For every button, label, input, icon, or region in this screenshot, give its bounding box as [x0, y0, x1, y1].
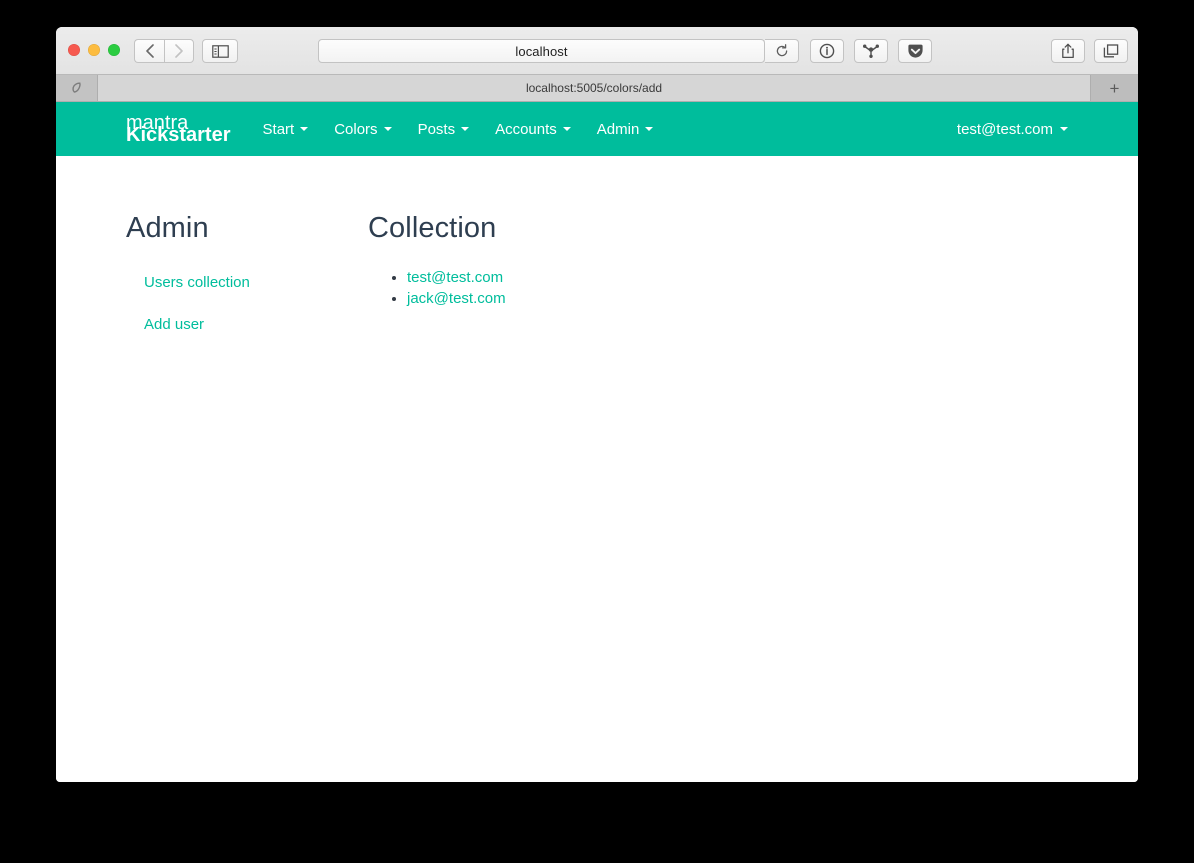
admin-heading: Admin — [126, 212, 209, 244]
show-all-tabs-button[interactable] — [1094, 39, 1128, 63]
site-navbar: mantra Kickstarter Start Colors Posts Acc… — [56, 102, 1138, 156]
nav-item-colors-label: Colors — [334, 120, 378, 138]
reload-button[interactable] — [765, 39, 799, 63]
window-traffic-lights — [68, 44, 120, 56]
back-button[interactable] — [134, 39, 164, 63]
reload-icon — [776, 44, 787, 57]
browser-toolbar: localhost — [56, 27, 1138, 75]
share-network-button[interactable] — [854, 39, 888, 63]
nav-item-posts-label: Posts — [417, 120, 456, 138]
nav-item-admin[interactable]: Admin — [597, 121, 654, 138]
show-tabs-icon — [1103, 43, 1119, 57]
share-upload-icon — [1062, 43, 1074, 59]
chevron-down-icon — [461, 127, 470, 131]
user-account-menu[interactable]: test@test.com — [957, 121, 1068, 138]
chevron-down-icon — [1060, 127, 1068, 131]
list-item: jack@test.com — [407, 290, 768, 308]
sidebar-toggle-icon — [211, 44, 229, 58]
close-window-button[interactable] — [68, 44, 80, 56]
address-bar[interactable]: localhost — [318, 39, 765, 63]
nav-item-accounts[interactable]: Accounts — [495, 121, 571, 138]
site-brand[interactable]: mantra Kickstarter — [126, 112, 231, 147]
chevron-down-icon — [300, 127, 309, 131]
admin-column: Admin Users collection Add user — [126, 212, 368, 353]
info-circle-icon — [819, 43, 835, 59]
tab-strip: localhost:5005/colors/add + — [56, 75, 1138, 102]
nav-item-admin-label: Admin — [596, 120, 640, 138]
chevron-down-icon — [383, 127, 392, 131]
web-page: mantra Kickstarter Start Colors Posts Acc… — [56, 102, 1138, 782]
nav-item-accounts-label: Accounts — [495, 120, 557, 138]
tab-title: localhost:5005/colors/add — [525, 81, 663, 95]
address-bar-text: localhost — [515, 43, 568, 59]
user-account-label: test@test.com — [956, 120, 1053, 138]
chevron-down-icon — [645, 127, 654, 131]
collection-heading: Collection — [368, 212, 497, 244]
nav-item-start[interactable]: Start — [263, 121, 309, 138]
tab-favicon-cell[interactable] — [56, 75, 98, 101]
list-item: test@test.com — [407, 269, 768, 287]
collection-user-link[interactable]: jack@test.com — [407, 290, 506, 307]
collection-user-link[interactable]: test@test.com — [407, 269, 503, 286]
chevron-down-icon — [562, 127, 571, 131]
nav-item-posts[interactable]: Posts — [418, 121, 470, 138]
pocket-button[interactable] — [898, 39, 932, 63]
page-content: Admin Users collection Add user Collecti… — [56, 156, 1138, 353]
forward-button[interactable] — [164, 39, 194, 63]
back-arrow-icon — [145, 44, 154, 58]
share-button[interactable] — [1051, 39, 1085, 63]
sidebar-toggle-button[interactable] — [202, 39, 238, 63]
zoom-window-button[interactable] — [108, 44, 120, 56]
browser-window: localhost localhost:5005/colors/add + ma… — [56, 27, 1138, 782]
users-collection-link[interactable]: Users collection — [144, 269, 368, 296]
browser-tab[interactable]: localhost:5005/colors/add — [98, 75, 1091, 101]
collection-list: test@test.com jack@test.com — [368, 269, 768, 308]
reader-info-button[interactable] — [810, 39, 844, 63]
brand-light-text: mantra — [126, 111, 189, 134]
new-tab-button[interactable]: + — [1091, 75, 1138, 101]
nav-item-colors[interactable]: Colors — [334, 120, 392, 138]
brand-bold-text: Kickstarter — [126, 123, 231, 146]
nav-item-start-label: Start — [262, 120, 295, 138]
share-network-icon — [863, 44, 879, 58]
forward-arrow-icon — [175, 44, 183, 58]
minimize-window-button[interactable] — [88, 44, 100, 56]
pocket-icon — [907, 44, 923, 58]
add-user-link[interactable]: Add user — [144, 311, 368, 338]
collection-column: Collection test@test.com jack@test.com — [368, 212, 768, 353]
leaf-favicon-icon — [72, 81, 81, 93]
plus-icon: + — [1109, 78, 1120, 98]
